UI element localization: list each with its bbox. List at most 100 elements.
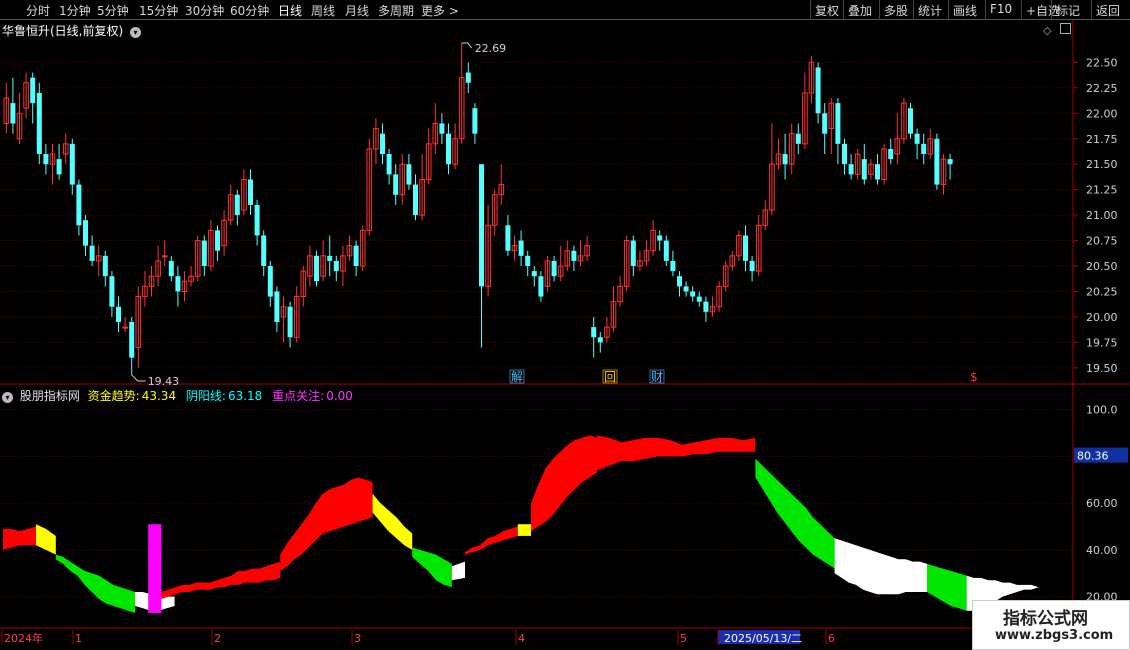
candle-body-down (690, 291, 696, 297)
candle-body-down (234, 194, 240, 216)
candle-body-down (888, 148, 894, 160)
candle-body-down (254, 204, 260, 236)
candle-body-down (386, 154, 392, 175)
time-axis-label: 1 (75, 632, 82, 645)
candle-body-down (848, 164, 854, 175)
candle-body-down (76, 184, 82, 226)
candle-body-down (472, 108, 478, 134)
event-marker: 回 (604, 370, 616, 384)
chart-canvas[interactable]: 22.50 22.25 22.00 21.75 21.50 21.25 21.00 20.75… (0, 0, 1130, 650)
candle-body-down (215, 230, 220, 251)
candle-body-down (446, 133, 451, 165)
indicator-area-12 (531, 435, 597, 532)
candle-body-down (518, 240, 524, 256)
candle-body-down (947, 159, 953, 165)
candle-body-down (43, 154, 49, 165)
candle-body-down (69, 143, 75, 185)
low-label: 19.43 (148, 375, 180, 388)
candle-body-down (908, 108, 913, 134)
indicator-tick-label: 60.00 (1086, 497, 1118, 510)
candle-body-down (56, 159, 62, 175)
candle-body-down (413, 184, 418, 216)
candle-body-down (102, 255, 108, 277)
candle-body-down (921, 143, 927, 155)
candle-body-down (597, 337, 603, 343)
candle-body-down (479, 164, 484, 287)
event-marker: 解 (511, 370, 523, 384)
candle-body-down (505, 225, 511, 251)
candle-body-down (353, 245, 359, 267)
indicator-area-9 (451, 561, 465, 581)
indicator-area-11 (517, 524, 531, 536)
indicator-area-6 (280, 477, 373, 571)
price-tick-label: 22.25 (1086, 82, 1118, 95)
candle-body-down (30, 77, 36, 104)
watermark-title: 指标公式网 (1003, 609, 1088, 629)
candle-body-down (822, 113, 828, 134)
candle-body-down (703, 301, 709, 312)
indicator-area-15 (834, 538, 927, 595)
current-value-label: 80.36 (1077, 450, 1109, 463)
candle-body-down (109, 276, 115, 307)
candle-body-down (914, 133, 920, 144)
candle-body-down (380, 133, 385, 155)
indicator-area-5 (161, 561, 281, 599)
candle-body-down (168, 260, 174, 277)
candle-body-down (875, 164, 880, 180)
candle-body-up (122, 326, 128, 329)
candle-body-down (795, 133, 801, 144)
price-tick-label: 20.25 (1086, 285, 1118, 298)
indicator-area-13 (597, 435, 756, 471)
candle-body-down (670, 260, 676, 272)
candle-body-down (261, 235, 267, 267)
indicator-tick-label: 100.0 (1086, 404, 1118, 417)
candle-body-down (934, 138, 940, 185)
candle-body-down (815, 67, 821, 114)
indicator-area-14 (755, 458, 835, 569)
candle-body-down (248, 179, 253, 205)
candle-body-down (129, 322, 135, 358)
candle-body-down (861, 159, 867, 180)
candle-body-down (287, 306, 293, 338)
candle-body-down (406, 164, 412, 185)
candle-body-down (683, 286, 689, 292)
price-tick-label: 22.00 (1086, 107, 1118, 120)
event-marker: $ (970, 370, 978, 384)
candle-body-down (591, 327, 597, 338)
candle-body-down (314, 255, 319, 282)
candle-body-down (696, 296, 702, 302)
candle-body-down (525, 255, 531, 267)
time-axis-label: 2 (214, 632, 221, 645)
candle-body-down (657, 235, 663, 241)
watermark-url: www.zbgs3.com (995, 628, 1114, 643)
time-axis-label: 2025/05/13/二 (724, 632, 802, 645)
candle-body-down (393, 174, 399, 195)
indicator-area-2 (55, 554, 135, 613)
candle-body-down (439, 123, 445, 134)
candle-body-down (10, 103, 16, 124)
price-tick-label: 20.00 (1086, 311, 1118, 324)
candle-body-down (782, 154, 788, 165)
time-axis-label: 4 (518, 632, 525, 645)
event-marker: 财 (651, 370, 663, 384)
indicator-area-4 (148, 524, 162, 613)
indicator-area-10 (465, 526, 518, 555)
time-axis-bg (0, 629, 1073, 650)
watermark-logo: 指标公式网 www.zbgs3.com (972, 600, 1130, 650)
time-axis-label: 6 (828, 632, 835, 645)
candle-body-down (749, 260, 755, 272)
high-pointer (461, 42, 473, 49)
price-tick-label: 19.50 (1086, 362, 1118, 375)
candle-body-down (83, 220, 88, 246)
price-tick-label: 21.00 (1086, 209, 1118, 222)
time-axis-label: 2024年 (4, 631, 43, 645)
indicator-area-8 (412, 547, 452, 588)
candle-body-down (333, 260, 339, 272)
candle-body-down (743, 235, 748, 261)
candle-body-down (551, 260, 557, 277)
price-tick-label: 21.75 (1086, 133, 1118, 146)
price-tick-label: 21.25 (1086, 184, 1118, 197)
price-tick-label: 20.75 (1086, 235, 1118, 248)
indicator-tick-label: 40.00 (1086, 544, 1118, 557)
time-axis-label: 5 (680, 632, 687, 645)
